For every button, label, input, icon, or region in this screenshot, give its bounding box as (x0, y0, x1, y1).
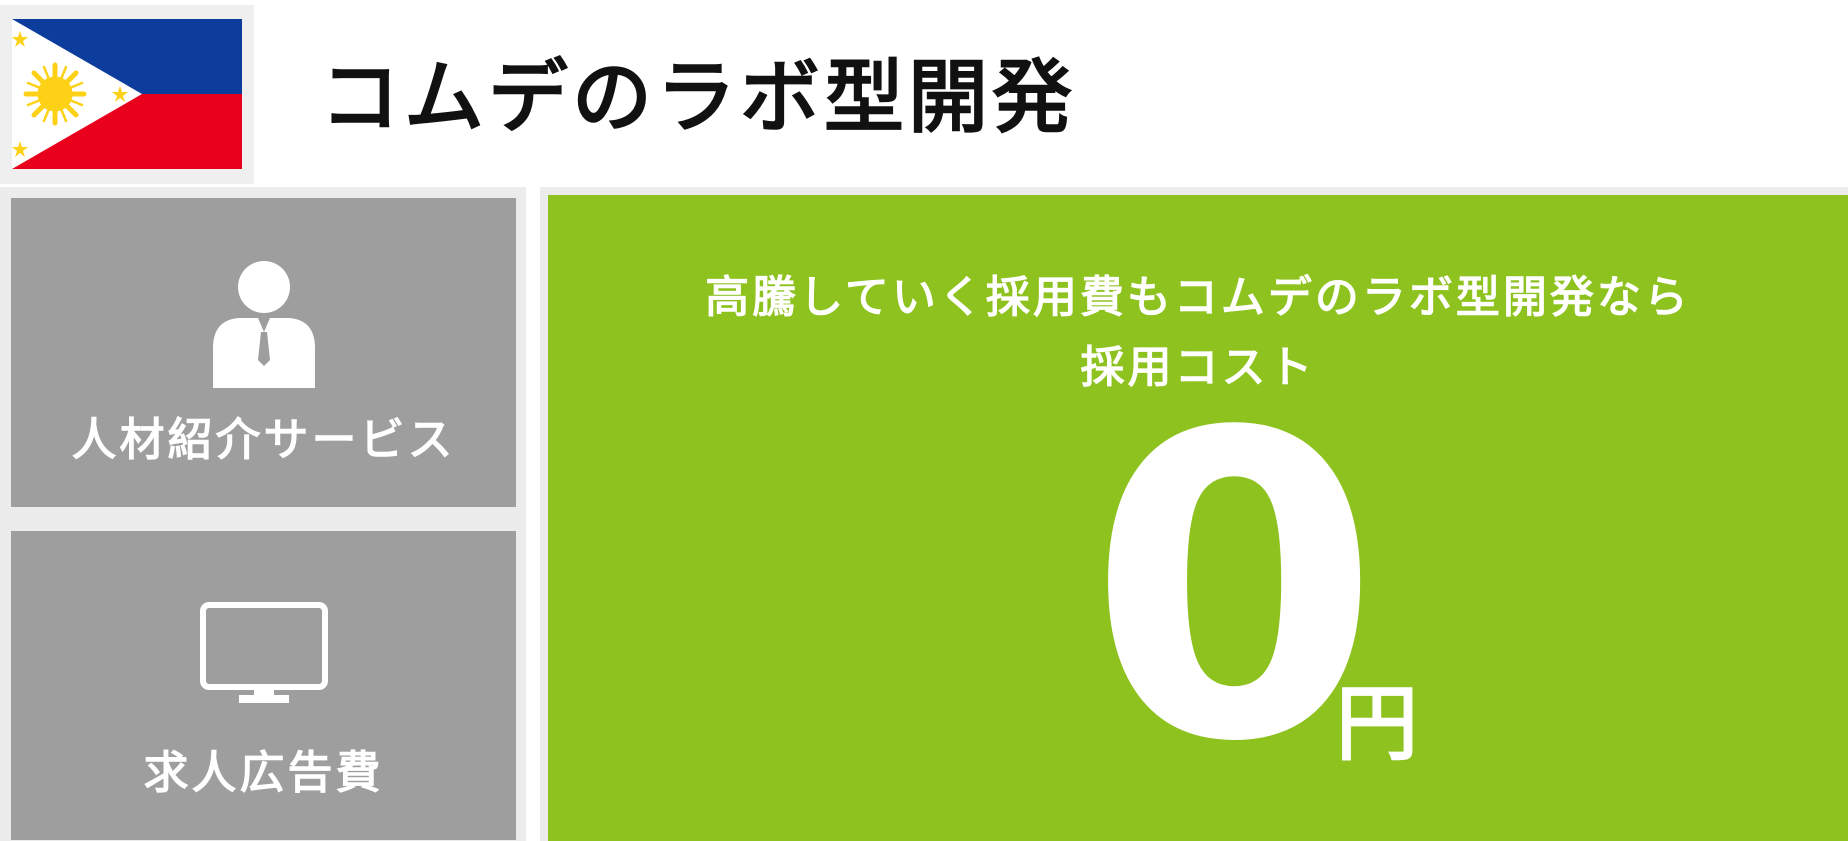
cost-card-recruitment-agency: 人材紹介サービス (11, 198, 516, 507)
businessman-icon (11, 260, 516, 394)
flag-frame (0, 5, 254, 184)
card-label: 求人広告費 (143, 746, 384, 799)
promo-headline: 高騰していく採用費もコムデのラボ型開発なら (705, 272, 1691, 323)
monitor-icon (11, 601, 516, 709)
promo-frame: 高騰していく採用費もコムデのラボ型開発なら 採用コスト 0 円 (540, 187, 1848, 841)
page-title: コムデのラボ型開発 (320, 51, 1076, 144)
currency-unit: 円 (1336, 677, 1419, 772)
cost-card-list: 人材紹介サービス 求人広告費 (0, 187, 526, 841)
promo-panel: 高騰していく採用費もコムデのラボ型開発なら 採用コスト 0 円 (548, 195, 1848, 841)
cost-card-job-ad-fee: 求人広告費 (11, 531, 516, 840)
cost-amount: 0 (1088, 345, 1381, 834)
card-label: 人材紹介サービス (71, 413, 456, 466)
header: コムデのラボ型開発 (0, 0, 1848, 185)
philippines-flag-icon (12, 19, 242, 169)
